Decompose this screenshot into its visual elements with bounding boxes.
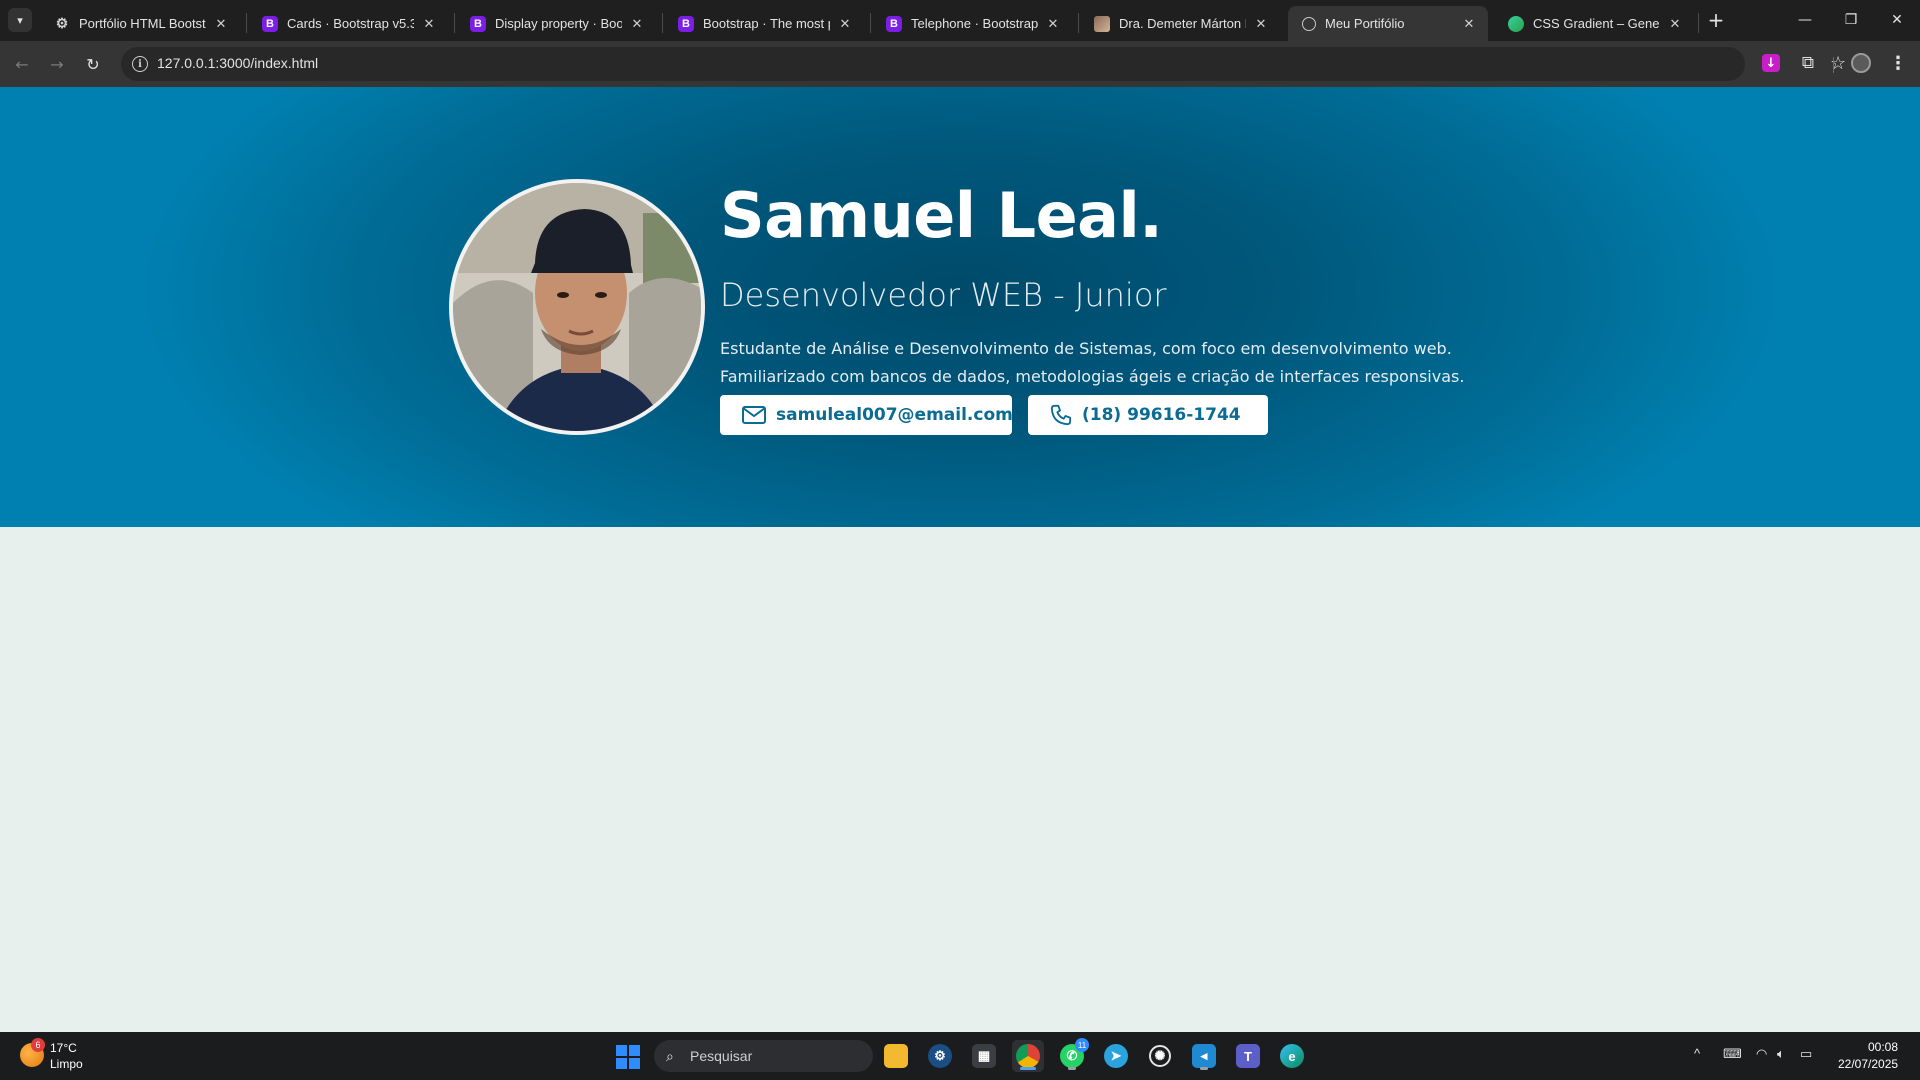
tab-telephone-icon[interactable]: B Telephone · Bootstrap Ico ✕ (872, 6, 1072, 41)
profile-avatar-icon[interactable] (1851, 53, 1871, 73)
teams-icon[interactable]: T (1232, 1040, 1264, 1072)
browser-toolbar: ← → ↻ i 127.0.0.1:3000/index.html ☆ ↓ ⧉ … (0, 41, 1920, 87)
hero-name: Samuel Leal. (720, 179, 1163, 252)
bootstrap-icon: B (262, 15, 278, 32)
close-icon[interactable]: ✕ (1044, 15, 1062, 33)
volume-icon[interactable]: 🔈︎ (1777, 1046, 1785, 1062)
tab-title: Cards · Bootstrap v5.3 (287, 16, 414, 31)
tab-separator (870, 13, 871, 33)
tab-strip: ▾ ⚙ Portfólio HTML Bootstrap ✕ B Cards ·… (0, 0, 1920, 41)
envelope-icon (742, 406, 766, 424)
tab-separator (1698, 13, 1699, 33)
tab-meu-portifolio[interactable]: Meu Portifólio ✕ (1288, 6, 1488, 41)
chrome-icon[interactable] (1012, 1040, 1044, 1072)
steam-icon[interactable]: ⚙ (924, 1040, 956, 1072)
wifi-icon[interactable]: ◠ (1756, 1046, 1767, 1062)
new-tab-button[interactable]: + (1704, 8, 1728, 32)
clock-date[interactable]: 22/07/2025 (1838, 1057, 1898, 1071)
bootstrap-icon: B (470, 15, 486, 32)
tab-separator (454, 13, 455, 33)
tab-portfolio-html-bootstrap[interactable]: ⚙ Portfólio HTML Bootstrap ✕ (40, 6, 240, 41)
url-text: 127.0.0.1:3000/index.html (157, 55, 319, 71)
close-window-button[interactable]: ✕ (1874, 0, 1920, 40)
tab-title: Meu Portifólio (1325, 16, 1405, 31)
close-icon[interactable]: ✕ (212, 15, 230, 33)
file-explorer-icon[interactable] (880, 1040, 912, 1072)
tab-separator (662, 13, 663, 33)
keyboard-icon[interactable]: ⌨ (1723, 1046, 1742, 1062)
phone-button[interactable]: (18) 99616-1744 (1028, 395, 1268, 435)
tab-title: Telephone · Bootstrap Ico (911, 16, 1038, 31)
tab-separator (1078, 13, 1079, 33)
close-icon[interactable]: ✕ (1666, 15, 1684, 33)
clock-time[interactable]: 00:08 (1868, 1040, 1898, 1054)
bootstrap-icon: B (678, 15, 694, 32)
description-line: Familiarizado com bancos de dados, metod… (720, 367, 1465, 386)
forward-button[interactable]: → (43, 50, 71, 78)
bootstrap-icon: B (886, 15, 902, 32)
weather-description[interactable]: Limpo (50, 1057, 83, 1071)
description-line: Estudante de Análise e Desenvolvimento d… (720, 339, 1452, 358)
close-icon[interactable]: ✕ (836, 15, 854, 33)
site-info-icon[interactable]: i (132, 56, 148, 72)
gear-icon: ⚙ (55, 15, 69, 31)
restore-button[interactable]: ❐ (1828, 0, 1874, 40)
whatsapp-icon[interactable]: ✆ 11 (1056, 1038, 1089, 1072)
address-bar[interactable]: i 127.0.0.1:3000/index.html ☆ (121, 47, 1846, 81)
telephone-icon (1050, 404, 1072, 426)
taskbar: 6 17°C Limpo ⌕ Pesquisar ⚙ ▦ ✆ 11 ➤ ✺ ◂ … (0, 1032, 1920, 1080)
windows-start-icon[interactable] (616, 1045, 640, 1069)
telegram-icon[interactable]: ➤ (1100, 1040, 1132, 1072)
download-extension-icon[interactable]: ↓ (1762, 54, 1780, 72)
tab-title: CSS Gradient – Generator (1533, 16, 1660, 31)
tab-title: Portfólio HTML Bootstrap (79, 16, 206, 31)
close-icon[interactable]: ✕ (420, 15, 438, 33)
tab-search-button[interactable]: ▾ (8, 8, 32, 32)
toolbar-separator (1833, 57, 1834, 73)
minimize-button[interactable]: — (1782, 0, 1828, 40)
tab-title: Display property · Bootstr (495, 16, 622, 31)
search-placeholder: Pesquisar (690, 1048, 753, 1064)
search-icon: ⌕ (666, 1048, 674, 1064)
edge-icon[interactable]: e (1276, 1040, 1308, 1072)
close-icon[interactable]: ✕ (628, 15, 646, 33)
tab-cards-bootstrap[interactable]: B Cards · Bootstrap v5.3 ✕ (248, 6, 448, 41)
running-indicator (1068, 1067, 1076, 1070)
email-text: samuleal007@email.com (776, 405, 1013, 425)
back-button[interactable]: ← (8, 50, 36, 78)
hero-description: Estudante de Análise e Desenvolvimento d… (720, 335, 1540, 391)
weather-badge: 6 (31, 1038, 45, 1052)
tab-display-property[interactable]: B Display property · Bootstr ✕ (456, 6, 656, 41)
tab-title: Bootstrap · The most pop (703, 16, 830, 31)
hero-section: Samuel Leal. Desenvolvedor WEB - Junior … (0, 87, 1920, 527)
profile-photo (449, 179, 705, 435)
extensions-puzzle-icon[interactable]: ⧉ (1797, 52, 1819, 74)
tab-demeter-marton[interactable]: Dra. Demeter Márton PhD ✕ (1080, 6, 1280, 41)
photo-icon (1094, 15, 1110, 32)
phone-text: (18) 99616-1744 (1082, 405, 1241, 425)
hero-role: Desenvolvedor WEB - Junior (720, 276, 1167, 314)
close-icon[interactable]: ✕ (1252, 15, 1270, 33)
chatgpt-icon[interactable]: ✺ (1144, 1040, 1176, 1072)
tab-bootstrap-home[interactable]: B Bootstrap · The most pop ✕ (664, 6, 864, 41)
taskbar-search[interactable]: ⌕ Pesquisar (654, 1040, 873, 1072)
notification-badge: 11 (1075, 1038, 1089, 1052)
tab-separator (246, 13, 247, 33)
running-indicator (1020, 1067, 1036, 1070)
battery-icon[interactable]: ▭ (1800, 1046, 1812, 1062)
reload-button[interactable]: ↻ (79, 50, 107, 78)
weather-temperature[interactable]: 17°C (50, 1041, 77, 1055)
microsoft-store-icon[interactable]: ▦ (968, 1040, 1000, 1072)
running-indicator (1200, 1067, 1208, 1070)
tab-css-gradient[interactable]: CSS Gradient – Generator ✕ (1494, 6, 1694, 41)
show-hidden-icons-chevron-icon[interactable]: ^ (1694, 1046, 1700, 1061)
vscode-icon[interactable]: ◂ (1188, 1040, 1220, 1072)
tab-title: Dra. Demeter Márton PhD (1119, 16, 1246, 31)
more-menu-icon[interactable]: ⋮ (1887, 52, 1909, 74)
email-button[interactable]: samuleal007@email.com (720, 395, 1013, 435)
globe-icon (1302, 16, 1316, 31)
gradient-icon (1508, 15, 1524, 32)
close-icon[interactable]: ✕ (1460, 15, 1478, 33)
